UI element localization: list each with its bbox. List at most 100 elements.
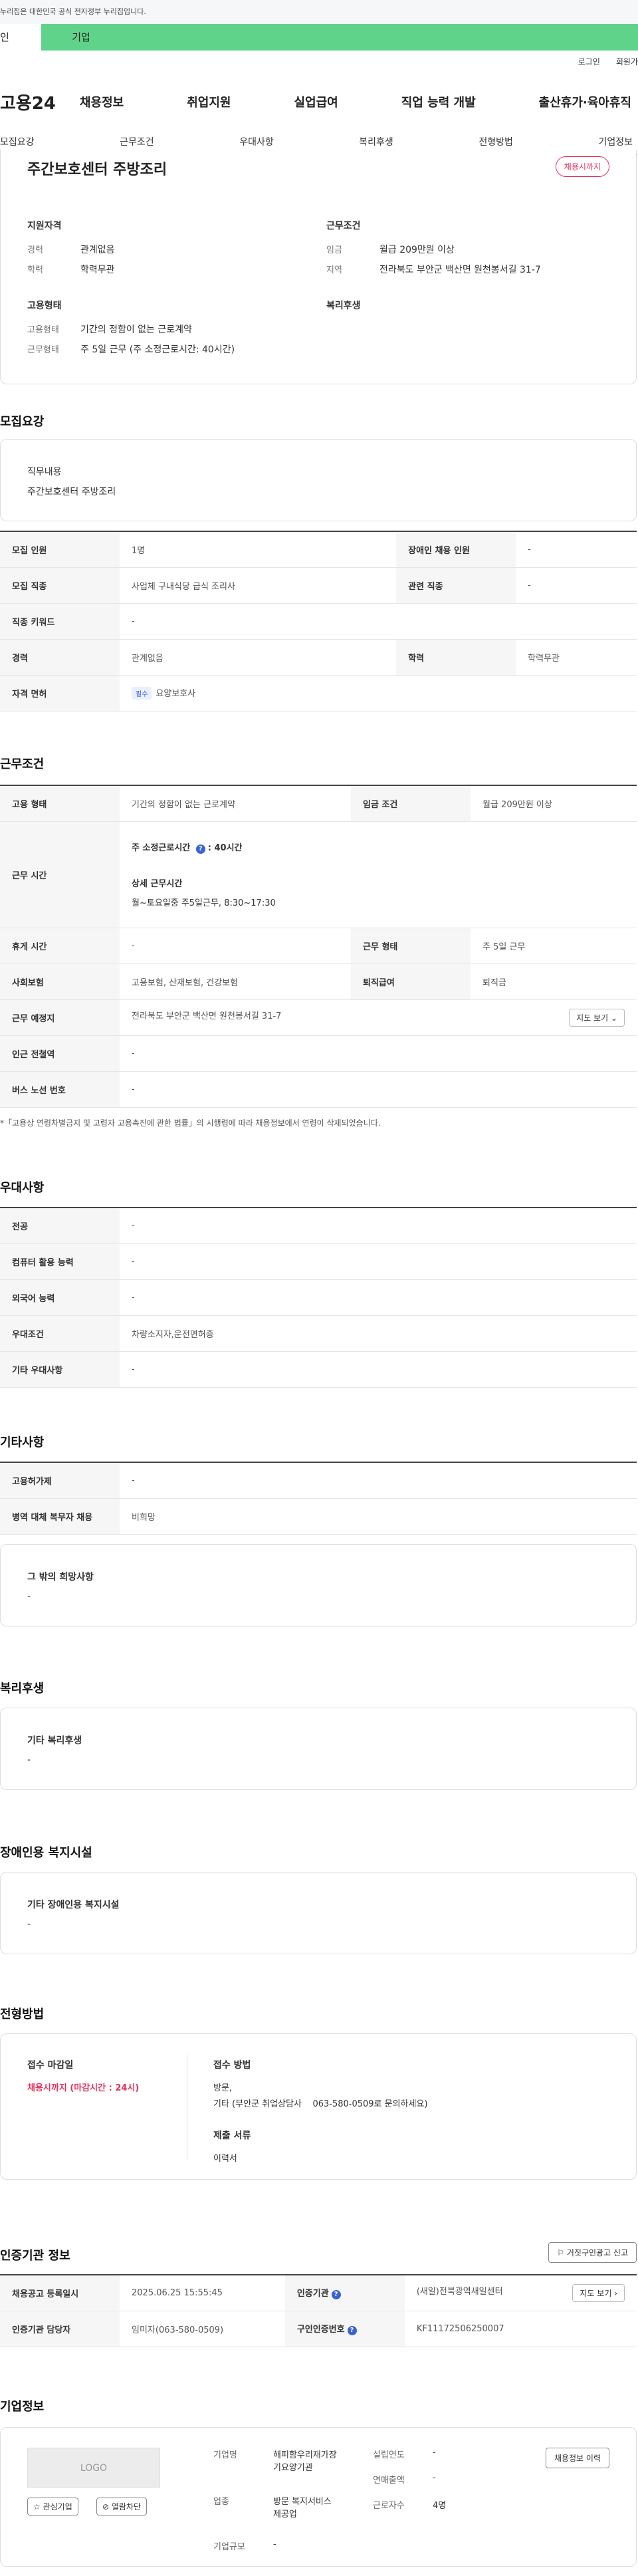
career-item: 경력 관계없음: [27, 245, 115, 255]
docs-label: 제출 서류: [213, 2130, 251, 2141]
company-logo: LOGO: [27, 2448, 160, 2488]
gov-banner: 누리집은 대한민국 공식 전자정부 누리집입니다.: [0, 0, 638, 24]
method-line-2: 기타 (부안군 취업상담사 063-580-0509로 문의하세요): [213, 2099, 428, 2109]
docs-value: 이력서: [213, 2154, 237, 2164]
required-chip: 필수: [132, 687, 152, 700]
join-link[interactable]: 회원가: [616, 56, 638, 67]
table-row: 고용 형태 기간의 정함이 없는 근로계약 임금 조건 월급 209만원 이상: [0, 785, 637, 822]
gnb-item-training[interactable]: 직업 능력 개발: [401, 93, 476, 110]
deadline-badge: 채용시까지: [555, 156, 609, 177]
duty-value: 주간보호센터 주방조리: [27, 487, 116, 497]
recruit-table: 모집 인원 1명 장애인 채용 인원 - 모집 직종 사업체 구내식당 급식 조리사 관련…: [0, 531, 637, 711]
gnb-item-unemployment[interactable]: 실업급여: [294, 93, 338, 110]
selection-box: 접수 마감일 채용시까지 (마감시간 : 24시) 접수 방법 방문, 기타 (…: [0, 2033, 637, 2180]
table-row: 인근 전철역 -: [0, 1035, 637, 1072]
area-item: 지역 전라북도 부안군 백산면 원천봉서길 31-7: [326, 265, 541, 275]
disabled-value: -: [27, 1919, 31, 1930]
deadline-value: 채용시까지 (마감시간 : 24시): [27, 2083, 140, 2093]
table-row: 병역 대체 복무자 채용 비희망: [0, 1498, 637, 1535]
table-row: 근무 예정지 전라북도 부안군 백산면 원천봉서길 31-7 지도 보기 ⌄: [0, 999, 637, 1036]
user-type-tabs: 인 기업: [0, 24, 638, 51]
established-item: 설립연도 -: [373, 2448, 436, 2460]
table-row: 고용허가제 -: [0, 1462, 637, 1499]
emp-header: 고용형태: [27, 301, 62, 311]
others-table: 고용허가제 - 병역 대체 복무자 채용 비희망: [0, 1462, 637, 1535]
disabled-box: 기타 장애인용 복지시설 -: [0, 1872, 637, 1954]
table-row: 전공 -: [0, 1207, 637, 1244]
gnb-item-leave[interactable]: 출산휴가·육아휴직: [539, 93, 631, 110]
block-icon: ⊘: [102, 2502, 112, 2512]
table-row: 기타 우대사항 -: [0, 1351, 637, 1388]
wage-item: 임금 월급 209만원 이상: [326, 245, 455, 255]
job-history-button[interactable]: 채용정보 이력: [545, 2448, 609, 2468]
selection-section-title: 전형방법: [0, 2007, 45, 2021]
bell-icon: ⚐: [557, 2248, 567, 2257]
emptype-item: 고용형태 기간의 정함이 없는 근로계약: [27, 324, 192, 335]
industry-item: 업종 방문 복지서비스 제공업: [213, 2497, 332, 2519]
map-button[interactable]: 지도 보기 ⌄: [569, 1008, 625, 1027]
table-row: 외국어 능력 -: [0, 1279, 637, 1316]
table-row: 컴퓨터 활용 능력 -: [0, 1243, 637, 1280]
company-box: LOGO ☆ 관심기업 ⊘ 열람차단 기업명 해피함우리재가장 기요양기관 업종 방문…: [0, 2427, 637, 2567]
disabled-label: 기타 장애인용 복지시설: [27, 1900, 120, 1910]
table-row: 경력 관계없음 학력 학력무관: [0, 639, 637, 676]
welfare-value: -: [27, 1755, 31, 1765]
duty-box: 직무내용 주간보호센터 주방조리: [0, 439, 637, 521]
favorite-company-button[interactable]: ☆ 관심기업: [27, 2498, 78, 2515]
method-label: 접수 방법: [213, 2060, 251, 2071]
sales-item: 연매출액 -: [373, 2473, 436, 2486]
worktype-item: 근무형태 주 5일 근무 (주 소정근로시간: 40시간): [27, 344, 235, 355]
welfare-box: 기타 복리후생 -: [0, 1708, 637, 1790]
site-logo[interactable]: 고용24: [0, 90, 80, 114]
report-fake-ad-button[interactable]: ⚐ 거짓구인광고 신고: [548, 2242, 637, 2263]
recruit-section-title: 모집요강: [0, 415, 45, 429]
edu-item: 학력 학력무관: [27, 265, 115, 275]
table-row: 직종 키워드 -: [0, 603, 637, 640]
agency-map-button[interactable]: 지도 보기 ›: [572, 2283, 625, 2302]
welfare-section-title: 복리후생: [0, 1682, 45, 1696]
table-row: 휴게 시간 - 근무 형태 주 5일 근무: [0, 928, 637, 964]
extra-value: -: [27, 1591, 31, 1602]
method-line-1: 방문,: [213, 2083, 233, 2093]
company-size-item: 기업규모 -: [213, 2539, 276, 2552]
info-icon[interactable]: ?: [347, 2326, 357, 2335]
top-links: 로그인 회원가: [578, 56, 638, 67]
extra-wishes-box: 그 밖의 희망사항 -: [0, 1544, 637, 1626]
table-row: 근무 시간 주 소정근로시간 ?: 40시간 상세 근무시간 월~토요일중 주5…: [0, 821, 637, 928]
others-section-title: 기타사항: [0, 1436, 45, 1450]
preference-table: 전공 - 컴퓨터 활용 능력 - 외국어 능력 - 우대조건 차량소지자,운전면허증 기…: [0, 1207, 637, 1388]
duty-label: 직무내용: [27, 467, 62, 477]
disabled-section-title: 장애인용 복지시설: [0, 1846, 92, 1860]
block-view-button[interactable]: ⊘ 열람차단: [96, 2498, 148, 2515]
table-row: 버스 노선 번호 -: [0, 1071, 637, 1108]
table-row: 인증기관 담당자 임미자(063-580-0509) 구인인증번호? KF111725…: [0, 2311, 637, 2347]
age-note: *「고용상 연령차별금지 및 고령자 고용촉진에 관한 법률」의 시행령에 따라…: [0, 1118, 381, 1128]
company-name-item: 기업명 해피함우리재가장 기요양기관: [213, 2450, 337, 2473]
tab-corporate[interactable]: 기업: [41, 24, 121, 51]
table-row: 우대조건 차량소지자,운전면허증: [0, 1315, 637, 1352]
conditions-section-title: 근무조건: [0, 757, 45, 771]
company-section-title: 기업정보: [0, 2400, 45, 2414]
gnb-item-employment-support[interactable]: 취업지원: [187, 93, 231, 110]
employees-item: 근로자수 4명: [373, 2501, 447, 2511]
conditions-table: 고용 형태 기간의 정함이 없는 근로계약 임금 조건 월급 209만원 이상 근무 …: [0, 785, 637, 1108]
extra-label: 그 밖의 희망사항: [27, 1572, 94, 1583]
deadline-label: 접수 마감일: [27, 2060, 74, 2071]
table-row: 모집 직종 사업체 구내식당 급식 조리사 관련 직종 -: [0, 567, 637, 604]
star-icon: ☆: [33, 2502, 43, 2512]
agency-table: 채용공고 등록일시 2025.06.25 15:55:45 인증기관? (새일)전북광…: [0, 2274, 637, 2347]
cond-header: 근무조건: [326, 221, 361, 231]
job-title: 주간보호센터 주방조리: [27, 162, 167, 178]
welfare-label: 기타 복리후생: [27, 1736, 82, 1746]
table-row: 모집 인원 1명 장애인 채용 인원 -: [0, 531, 637, 568]
tab-personal[interactable]: 인: [0, 24, 41, 51]
table-row: 자격 면허 필수 요양보호사: [0, 675, 637, 711]
table-row: 채용공고 등록일시 2025.06.25 15:55:45 인증기관? (새일)전북광…: [0, 2274, 637, 2311]
login-link[interactable]: 로그인: [578, 56, 600, 67]
info-icon[interactable]: ?: [195, 844, 205, 854]
qual-header: 지원자격: [27, 221, 62, 231]
info-icon[interactable]: ?: [331, 2290, 341, 2300]
preference-section-title: 우대사항: [0, 1181, 45, 1195]
agency-section-title: 인증기관 정보: [0, 2249, 70, 2263]
gnb-item-jobs[interactable]: 채용정보: [80, 93, 124, 110]
